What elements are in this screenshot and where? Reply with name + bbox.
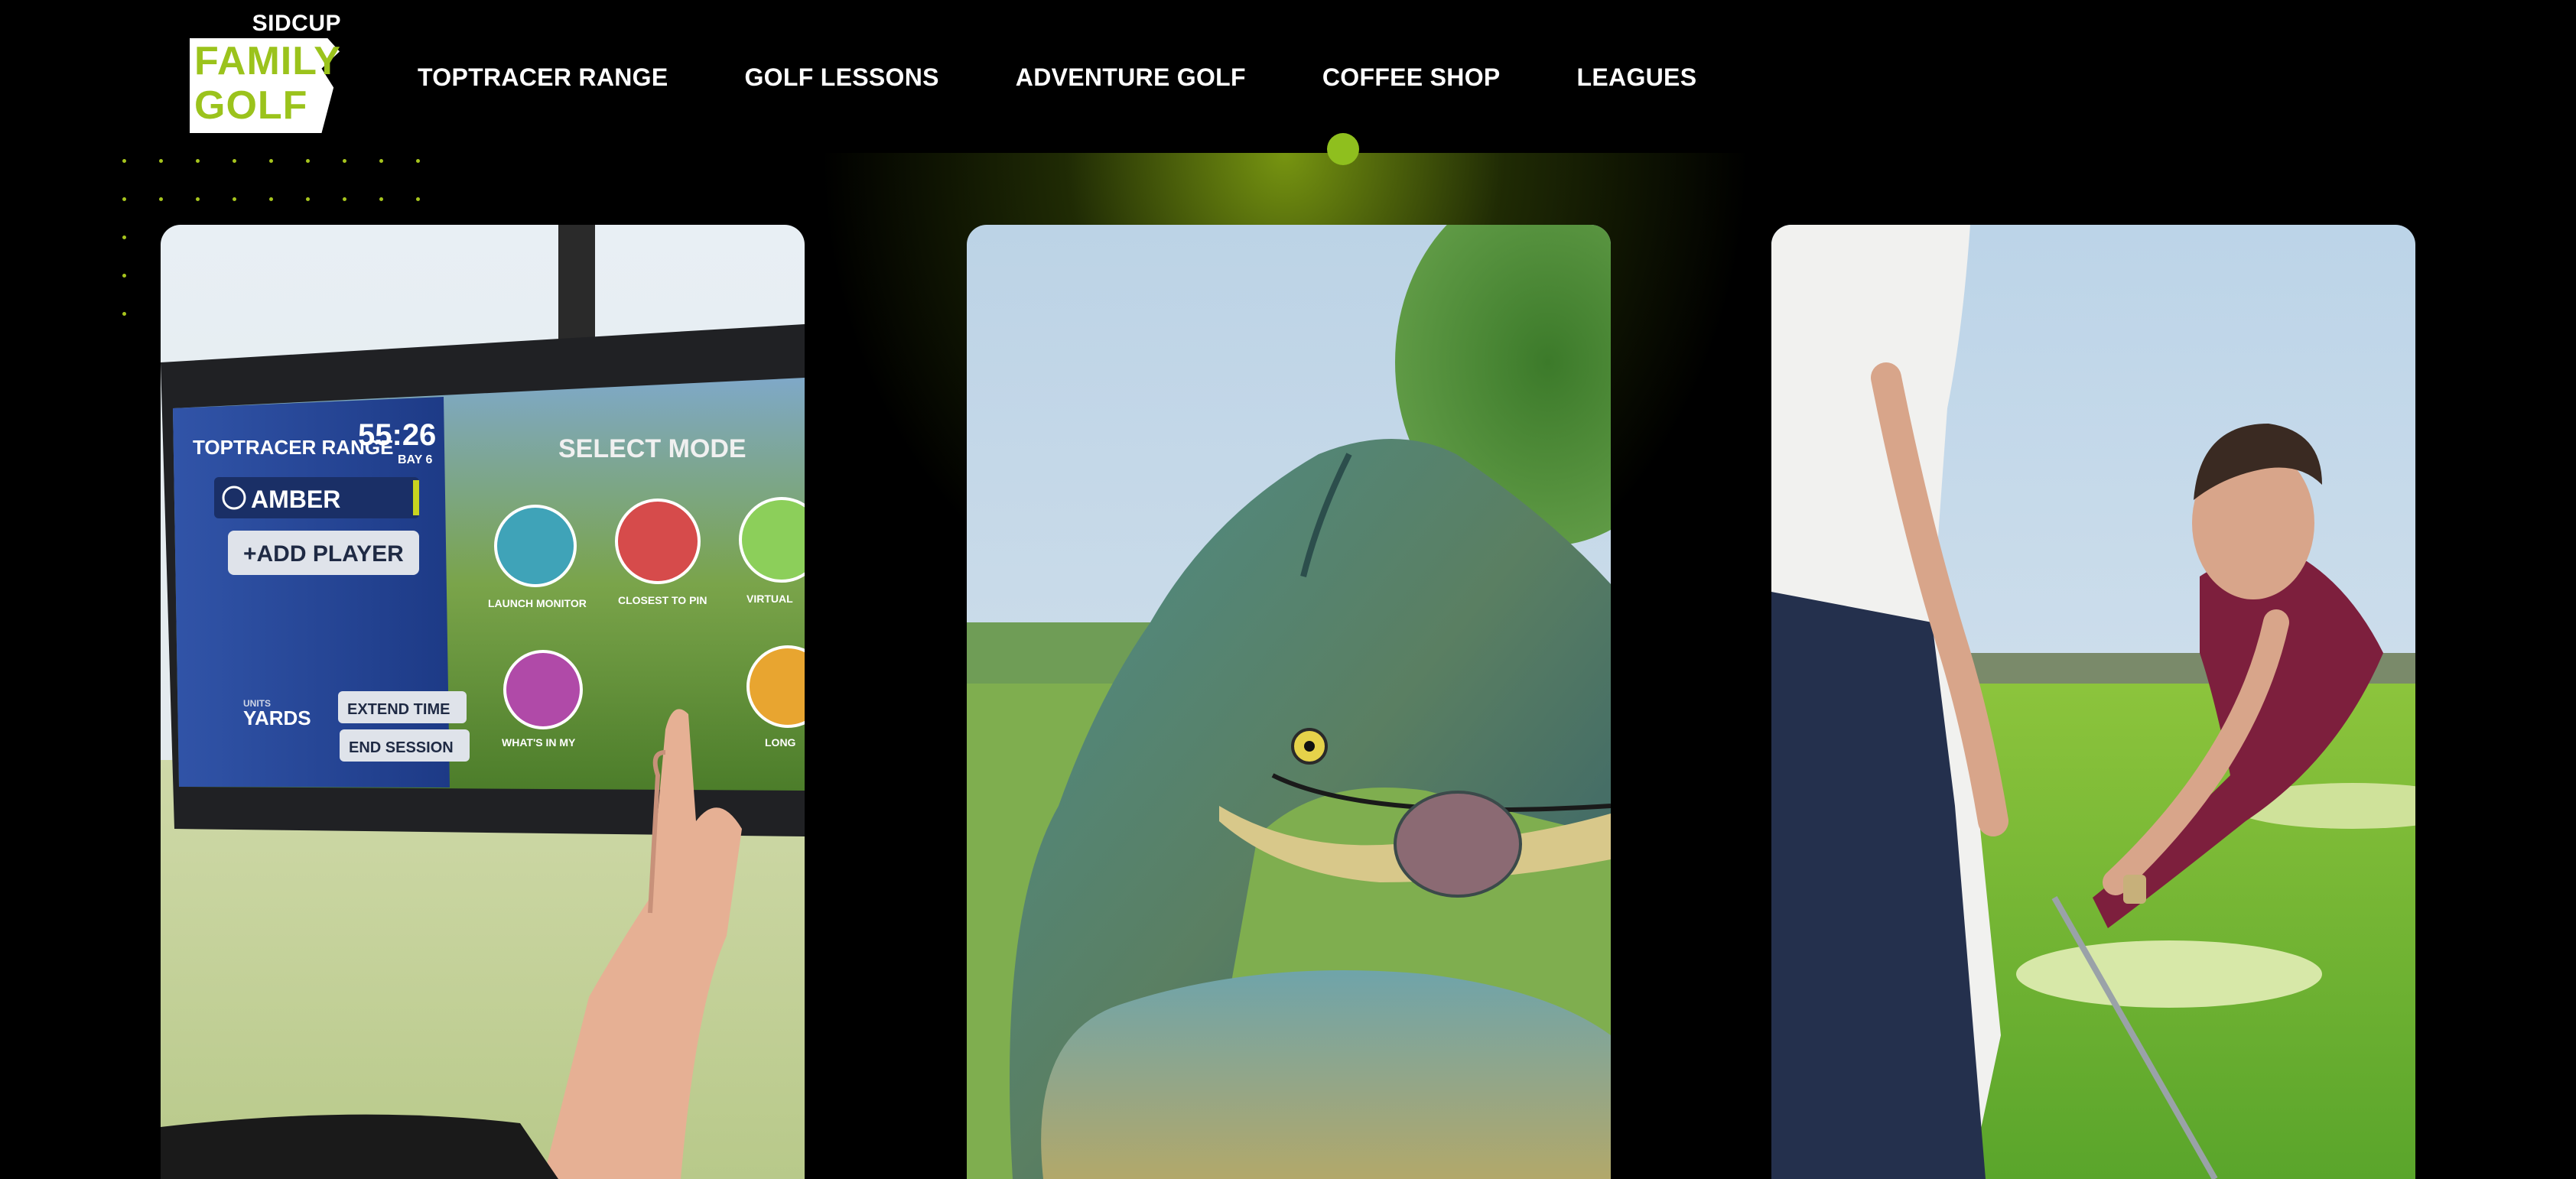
screen-units: YARDS <box>243 706 311 729</box>
mode-launch-monitor: LAUNCH MONITOR <box>488 597 587 609</box>
decor-dot <box>379 197 383 201</box>
decor-dot <box>416 159 420 163</box>
decor-dot <box>233 159 236 163</box>
nav-leagues[interactable]: LEAGUES <box>1577 60 1697 95</box>
golf-lessons-card[interactable] <box>1771 225 2415 1179</box>
site-header: SIDCUP FAMILY GOLF TOPTRACER RANGE GOLF … <box>0 0 2576 165</box>
decor-dot <box>416 197 420 201</box>
decor-dot <box>379 159 383 163</box>
screen-end-session: END SESSION <box>349 739 454 756</box>
toptracer-range-card[interactable]: TOPTRACER RANGE 55:26 BAY 6 SELECT MODE … <box>161 225 805 1179</box>
mode-virtual: VIRTUAL <box>746 593 793 605</box>
mode-long-drive: LONG <box>765 736 796 749</box>
decor-dot <box>122 235 126 239</box>
logo-family-text: FAMILY <box>194 39 341 83</box>
decor-dot <box>122 312 126 316</box>
decor-dot <box>269 159 273 163</box>
nav-golf-lessons[interactable]: GOLF LESSONS <box>744 60 938 95</box>
golf-lesson-photo <box>1771 225 2415 1179</box>
toptracer-photo: TOPTRACER RANGE 55:26 BAY 6 SELECT MODE … <box>161 225 805 1179</box>
decor-dot <box>122 159 126 163</box>
logo-golf-text: GOLF <box>194 83 308 128</box>
decor-dot <box>269 197 273 201</box>
mode-whats-in-my-bag: WHAT'S IN MY <box>502 736 576 749</box>
nav-adventure-golf[interactable]: ADVENTURE GOLF <box>1016 60 1246 95</box>
sidcup-family-golf-logo[interactable]: SIDCUP FAMILY GOLF <box>190 11 343 133</box>
screen-title: SELECT MODE <box>558 434 746 463</box>
decor-dot <box>122 197 126 201</box>
nav-toptracer-range[interactable]: TOPTRACER RANGE <box>418 60 668 95</box>
main-nav: TOPTRACER RANGE GOLF LESSONS ADVENTURE G… <box>418 60 1773 95</box>
screen-timer: 55:26 <box>358 418 436 452</box>
decor-dot <box>159 159 163 163</box>
decor-dot <box>306 159 310 163</box>
decor-dot <box>196 159 200 163</box>
decor-dot <box>306 197 310 201</box>
decor-dot <box>159 197 163 201</box>
decor-dot <box>122 274 126 278</box>
decor-dot <box>233 197 236 201</box>
screen-extend-time: EXTEND TIME <box>347 701 450 718</box>
screen-bay: BAY 6 <box>398 453 432 466</box>
adventure-golf-card[interactable] <box>967 225 1611 1179</box>
nav-coffee-shop[interactable]: COFFEE SHOP <box>1322 60 1501 95</box>
mode-closest-to-pin: CLOSEST TO PIN <box>618 594 707 606</box>
logo-sidcup-text: SIDCUP <box>252 11 341 36</box>
screen-player: AMBER <box>251 486 340 513</box>
decor-dot <box>343 159 346 163</box>
decor-dot <box>343 197 346 201</box>
active-nav-indicator <box>1327 133 1359 165</box>
decor-dot <box>196 197 200 201</box>
dinosaur-photo <box>967 225 1611 1179</box>
screen-add-player: +ADD PLAYER <box>243 541 404 567</box>
